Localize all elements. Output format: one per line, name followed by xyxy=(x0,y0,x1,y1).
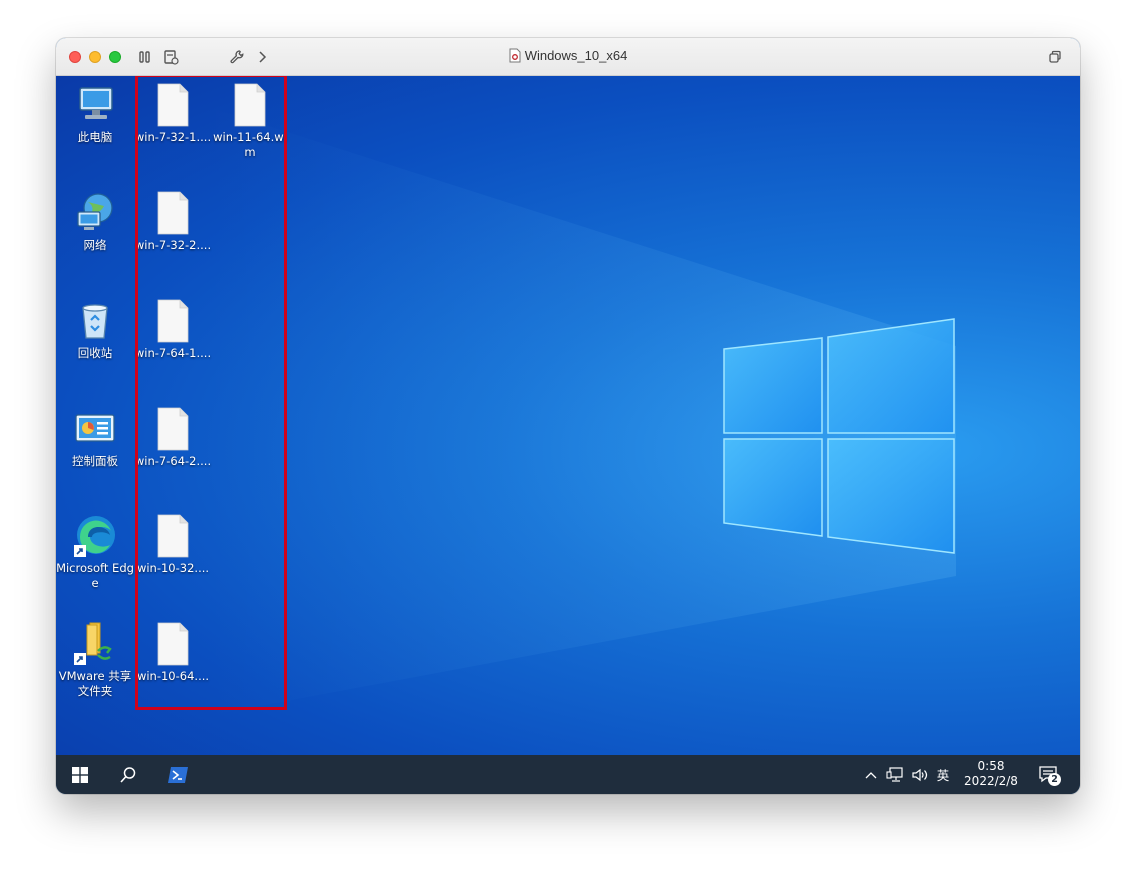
network-tray-button[interactable] xyxy=(884,755,906,794)
desktop-icon-label: 回收站 xyxy=(77,346,113,360)
desktop-icon-label: Microsoft Edge xyxy=(56,561,134,590)
input-method-indicator[interactable]: 英 xyxy=(932,755,954,794)
network-tray-icon xyxy=(886,766,903,782)
powershell-taskbar-button[interactable] xyxy=(162,755,194,794)
restore-window-icon[interactable] xyxy=(1046,48,1064,66)
file-label: win-10-32.... xyxy=(136,561,210,575)
taskbar: 英 0:58 2022/2/8 2 xyxy=(56,755,1080,794)
blank-file-icon xyxy=(150,82,196,128)
file-label: win-10-64.... xyxy=(136,669,210,683)
file-label: win-7-64-2.... xyxy=(134,454,212,468)
notification-count-badge: 2 xyxy=(1048,772,1061,786)
file-label: win-7-64-1.... xyxy=(134,346,212,360)
action-center-button[interactable]: 2 xyxy=(1034,755,1064,794)
desktop-icon-vmware-shared[interactable]: VMware 共享文件夹 xyxy=(56,621,134,699)
desktop-icon-network[interactable]: 网络 xyxy=(56,190,134,253)
desktop-icon-label: 此电脑 xyxy=(77,130,113,144)
file-icon-win-7-32-1[interactable]: win-7-32-1.... xyxy=(134,82,212,145)
desktop-icon-this-pc[interactable]: 此电脑 xyxy=(56,82,134,145)
notification-icon: 2 xyxy=(1038,765,1061,786)
file-icon-win-7-64-2[interactable]: win-7-64-2.... xyxy=(134,406,212,469)
desktop-icon-control-panel[interactable]: 控制面板 xyxy=(56,406,134,469)
ime-label: 英 xyxy=(936,768,950,783)
clock-date: 2022/2/8 xyxy=(964,774,1018,788)
blank-file-icon xyxy=(150,298,196,344)
file-label: win-11-64.wim xyxy=(213,130,287,159)
control-panel-icon xyxy=(72,406,118,452)
network-globe-icon xyxy=(72,190,118,236)
start-button[interactable] xyxy=(64,755,96,794)
desktop-icon-edge[interactable]: Microsoft Edge xyxy=(56,513,134,591)
file-label: win-7-32-1.... xyxy=(134,130,212,144)
window-title-area: Windows_10_x64 xyxy=(56,48,1080,66)
shared-folder-icon xyxy=(72,621,118,667)
windows-logo-icon xyxy=(72,766,88,783)
file-label: win-7-32-2.... xyxy=(134,238,212,252)
vm-window: Windows_10_x64 此电脑 网络 回收站 控制面板 Microsoft… xyxy=(56,38,1080,794)
desktop-icon-recycle-bin[interactable]: 回收站 xyxy=(56,298,134,361)
speaker-icon xyxy=(912,768,928,781)
computer-icon xyxy=(72,82,118,128)
clock-time: 0:58 xyxy=(977,759,1005,773)
desktop-icon-label: 网络 xyxy=(83,238,107,252)
file-icon-win-7-32-2[interactable]: win-7-32-2.... xyxy=(134,190,212,253)
file-icon-win-10-32[interactable]: win-10-32.... xyxy=(134,513,212,576)
recycle-bin-icon xyxy=(72,298,118,344)
desktop: 此电脑 网络 回收站 控制面板 Microsoft Edge VMware 共享… xyxy=(56,76,1080,755)
blank-file-icon xyxy=(227,82,273,128)
desktop-icon-label: 控制面板 xyxy=(72,454,118,468)
file-icon-win-11-64[interactable]: win-11-64.wim xyxy=(211,82,289,160)
search-button[interactable] xyxy=(112,755,144,794)
title-bar: Windows_10_x64 xyxy=(56,38,1080,76)
edge-browser-icon xyxy=(72,513,118,559)
vm-document-icon xyxy=(509,48,521,66)
window-title: Windows_10_x64 xyxy=(524,48,628,63)
desktop-icon-label: VMware 共享文件夹 xyxy=(58,669,132,698)
show-hidden-icons-button[interactable] xyxy=(862,755,880,794)
powershell-icon xyxy=(168,766,188,783)
file-icon-win-7-64-1[interactable]: win-7-64-1.... xyxy=(134,298,212,361)
blank-file-icon xyxy=(150,406,196,452)
file-icon-win-10-64[interactable]: win-10-64.... xyxy=(134,621,212,684)
chevron-up-icon xyxy=(865,771,877,778)
taskbar-clock[interactable]: 0:58 2022/2/8 xyxy=(956,759,1026,789)
search-icon xyxy=(120,766,136,783)
blank-file-icon xyxy=(150,190,196,236)
volume-tray-button[interactable] xyxy=(909,755,931,794)
blank-file-icon xyxy=(150,621,196,667)
blank-file-icon xyxy=(150,513,196,559)
